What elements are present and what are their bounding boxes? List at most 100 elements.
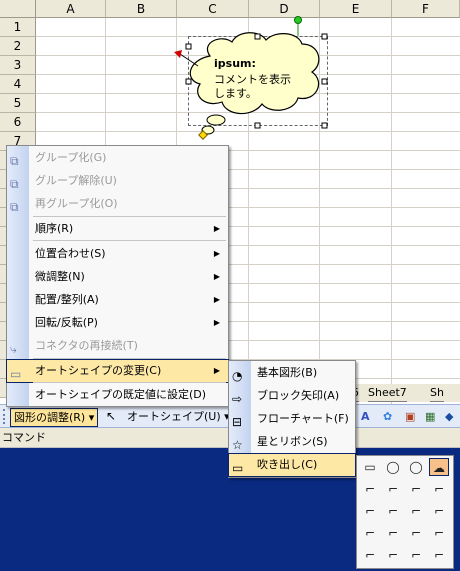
menu-item-icon: ⇨	[232, 392, 243, 406]
menu-item-label: 吹き出し(C)	[257, 458, 318, 471]
menu-item-label: グループ解除(U)	[35, 174, 117, 187]
menu-item-label: ブロック矢印(A)	[257, 389, 340, 402]
draw_menu-item: ⧉ グループ化(G)	[7, 147, 228, 169]
menu-item-icon	[10, 246, 26, 262]
menu-item-icon: ⧉	[10, 154, 19, 168]
clipart-icon[interactable]: ▣	[402, 408, 418, 425]
callout-title: ipsum:	[214, 57, 256, 70]
shape_submenu-item[interactable]: ⇨ ブロック矢印(A)	[229, 385, 355, 407]
diagram-icon[interactable]: ✿	[380, 408, 395, 425]
draw-menu-button[interactable]: 図形の調整(R) ▾	[10, 408, 99, 427]
menu-item-label: オートシェイプの既定値に設定(D)	[35, 388, 207, 401]
line-callout-icon[interactable]: ⌐	[383, 546, 403, 564]
shape_submenu-item[interactable]: ☆ 星とリボン(S)	[229, 431, 355, 453]
menu-item-label: 回転/反転(P)	[35, 316, 98, 329]
row-header[interactable]: 4	[0, 75, 36, 94]
draw_menu-item[interactable]: 順序(R) ▶	[7, 218, 228, 240]
submenu-arrow-icon: ▶	[213, 366, 220, 375]
toolbar-grip[interactable]	[3, 409, 8, 424]
menu-item-label: 微調整(N)	[35, 270, 85, 283]
shape_submenu-item[interactable]: ◔ 基本図形(B)	[229, 362, 355, 384]
menu-item-icon	[10, 387, 26, 403]
submenu-arrow-icon: ▶	[213, 318, 220, 327]
menu-item-label: フローチャート(F)	[257, 412, 349, 425]
line-callout-icon[interactable]: ⌐	[429, 502, 449, 520]
menu-item-label: グループ化(G)	[35, 151, 107, 164]
wordart-icon[interactable]: A	[358, 408, 373, 425]
submenu-arrow-icon: ▶	[213, 249, 220, 258]
menu-item-icon: ▭	[10, 367, 22, 381]
draw_menu-item[interactable]: ▭ オートシェイプの変更(C) ▶	[6, 359, 229, 383]
rounded-callout-icon[interactable]: ◯	[383, 458, 403, 476]
draw_menu-item[interactable]: 位置合わせ(S) ▶	[7, 243, 228, 265]
line-callout-icon[interactable]: ⌐	[429, 480, 449, 498]
gridline	[391, 18, 392, 410]
submenu-arrow-icon: ▶	[213, 272, 220, 281]
menu-item-label: オートシェイプの変更(C)	[35, 364, 162, 377]
picture-icon[interactable]: ▦	[422, 408, 438, 425]
fill-color-icon[interactable]: ◆	[442, 408, 456, 425]
line-callout-icon[interactable]: ⌐	[383, 524, 403, 542]
line-callout-icon[interactable]: ⌐	[360, 502, 380, 520]
line-callout-icon[interactable]: ⌐	[406, 524, 426, 542]
line-callout-icon[interactable]: ⌐	[360, 480, 380, 498]
draw_menu-item[interactable]: 回転/反転(P) ▶	[7, 312, 228, 334]
menu-separator	[33, 358, 226, 359]
menu-item-label: 配置/整列(A)	[35, 293, 99, 306]
oval-callout-icon[interactable]: ◯	[406, 458, 426, 476]
menu-item-label: 再グループ化(O)	[35, 197, 118, 210]
draw_menu-item[interactable]: 配置/整列(A) ▶	[7, 289, 228, 311]
column-header-e[interactable]: E	[320, 0, 392, 18]
row-header[interactable]: 1	[0, 18, 36, 37]
select-all-corner[interactable]	[0, 0, 36, 18]
callout-palette: ▭ ◯ ◯ ☁ ⌐ ⌐ ⌐ ⌐ ⌐ ⌐ ⌐ ⌐ ⌐ ⌐ ⌐ ⌐ ⌐ ⌐ ⌐ ⌐	[356, 455, 454, 569]
row-header[interactable]: 3	[0, 56, 36, 75]
menu-item-label: 位置合わせ(S)	[35, 247, 106, 260]
callout-line2: します。	[214, 87, 257, 100]
sheet-tab-8[interactable]: Sh	[430, 384, 444, 402]
menu-item-icon: ◔	[232, 369, 243, 383]
menu-item-icon	[10, 292, 26, 308]
row-header[interactable]: 6	[0, 113, 36, 132]
line-callout-icon[interactable]: ⌐	[383, 502, 403, 520]
line-callout-icon[interactable]: ⌐	[360, 524, 380, 542]
rectangular-callout-icon[interactable]: ▭	[360, 458, 380, 476]
menu-item-icon	[10, 269, 26, 285]
menu-item-icon: ▭	[232, 461, 244, 475]
status-text: コマンド	[2, 431, 46, 444]
menu-separator	[33, 216, 226, 217]
draw_menu-item[interactable]: オートシェイプの既定値に設定(D)	[7, 384, 228, 406]
menu-item-icon	[10, 315, 26, 331]
menu-separator	[33, 240, 226, 241]
row-header[interactable]: 5	[0, 94, 36, 113]
draw_menu-item: ⧉ 再グループ化(O)	[7, 193, 228, 215]
draw_menu-item[interactable]: 微調整(N) ▶	[7, 266, 228, 288]
cloud-callout-icon[interactable]: ☁	[429, 458, 449, 476]
line-callout-icon[interactable]: ⌐	[429, 546, 449, 564]
autoshape-menu-button[interactable]: オートシェイプ(U) ▾	[124, 408, 233, 425]
menu-item-label: コネクタの再接続(T)	[35, 339, 138, 352]
menu-item-icon	[10, 221, 26, 237]
select-objects-icon[interactable]: ↖	[103, 408, 119, 425]
line-callout-icon[interactable]: ⌐	[360, 546, 380, 564]
column-header-f[interactable]: F	[392, 0, 460, 18]
menu-item-label: 星とリボン(S)	[257, 435, 328, 448]
line-callout-icon[interactable]: ⌐	[406, 546, 426, 564]
line-callout-icon[interactable]: ⌐	[406, 502, 426, 520]
menu-item-icon: ⤷	[10, 342, 17, 356]
row-header[interactable]: 2	[0, 37, 36, 56]
draw_menu-item: ⤷ コネクタの再接続(T)	[7, 335, 228, 357]
draw-menu: ⧉ グループ化(G) ⧉ グループ解除(U) ⧉ 再グループ化(O) 順序(R) ▶ 位置合わせ…	[6, 145, 229, 407]
line-callout-icon[interactable]: ⌐	[383, 480, 403, 498]
shape_submenu-item[interactable]: ⊟ フローチャート(F)	[229, 408, 355, 430]
submenu-arrow-icon: ▶	[213, 295, 220, 304]
draw_menu-item: ⧉ グループ解除(U)	[7, 170, 228, 192]
line-callout-icon[interactable]: ⌐	[429, 524, 449, 542]
shape_submenu-item[interactable]: ▭ 吹き出し(C)	[228, 453, 356, 477]
menu-item-icon: ⧉	[10, 177, 19, 191]
menu-item-label: 順序(R)	[35, 222, 74, 235]
sheet-tab-7[interactable]: Sheet7	[368, 384, 407, 402]
column-header-b[interactable]: B	[106, 0, 177, 18]
column-header-a[interactable]: A	[36, 0, 106, 18]
line-callout-icon[interactable]: ⌐	[406, 480, 426, 498]
